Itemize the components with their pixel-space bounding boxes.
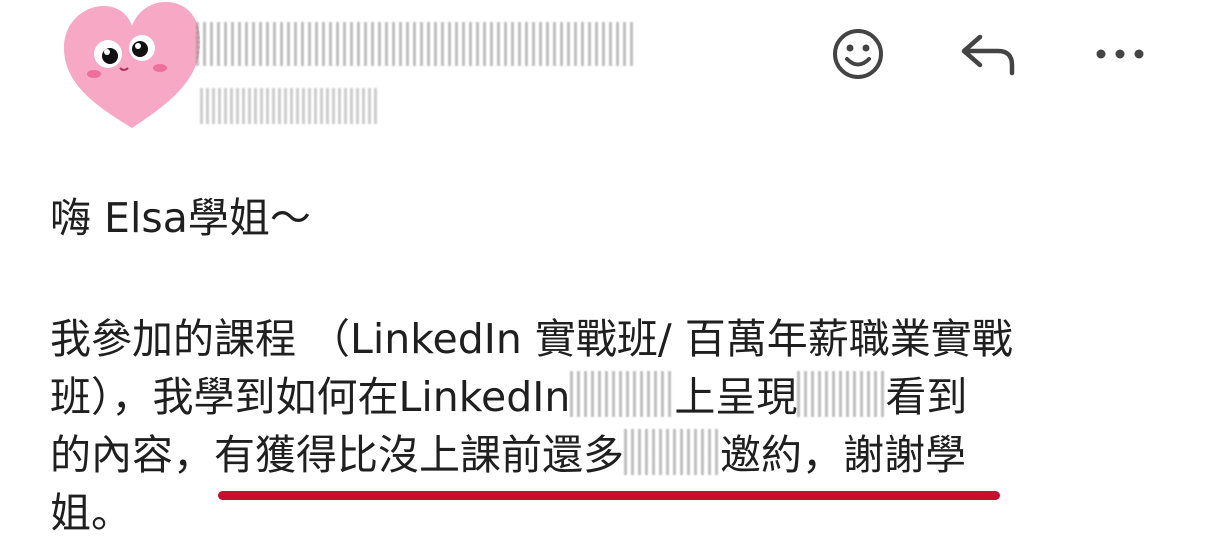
body-line-3: 的內容，有獲得比沒上課前還多 邀約，謝謝學 [50,426,1160,484]
body-line-1-text: 我參加的課程 （LinkedIn 實戰班/ 百萬年薪職業實戰 [50,315,1013,363]
body-line-1: 我參加的課程 （LinkedIn 實戰班/ 百萬年薪職業實戰 [50,310,1160,368]
body-line-3-text-c: 邀約 [720,431,802,479]
redacted-text [570,371,675,417]
heart-avatar[interactable] [60,0,205,132]
reply-button[interactable] [958,24,1018,84]
body-line-3-text-d: ，謝謝學 [802,431,966,479]
body-line-3-text-a: 的內容， [50,431,214,479]
more-horizontal-icon [1096,49,1144,59]
greeting-text: 嗨 Elsa學姐～ [50,194,311,242]
emoji-reaction-button[interactable] [828,24,888,84]
message-header [0,0,1206,150]
body-line-2-text-a: 班），我學到如何在LinkedIn [50,373,571,421]
redacted-text [797,371,886,417]
redacted-text [624,429,720,475]
red-highlight-underline [218,491,1000,500]
body-line-2-text-b: 上呈現 [674,373,798,421]
smiley-face-icon [833,29,883,79]
sender-email-redacted [200,88,380,124]
reply-arrow-icon [961,34,1015,76]
body-line-2-text-c: 看到 [885,373,968,421]
body-line-3-text-b: 有獲得比沒上課前還多 [214,431,624,479]
message-body: 我參加的課程 （LinkedIn 實戰班/ 百萬年薪職業實戰 班），我學到如何在… [50,310,1160,542]
body-line-4-text: 姐。 [50,489,132,537]
body-line-2: 班），我學到如何在LinkedIn 上呈現 看到 [50,368,1160,426]
sender-name-redacted [196,22,636,66]
more-options-button[interactable] [1090,24,1150,84]
